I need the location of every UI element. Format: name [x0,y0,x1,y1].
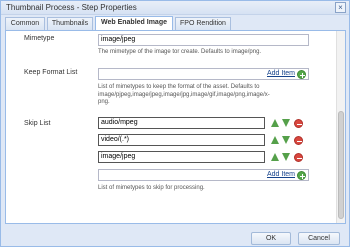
scrollbar-thumb[interactable] [338,111,344,219]
panel-scrollbar[interactable] [336,31,345,223]
add-icon[interactable] [297,171,306,180]
dialog-titlebar[interactable]: Thumbnail Process - Step Properties × [1,1,349,15]
web-enabled-image-panel: Mimetype image/jpeg The mimetype of the … [5,30,346,224]
close-icon[interactable]: × [335,2,346,13]
arrow-up-icon[interactable] [271,153,279,162]
skip-list-add-row: Add Item [98,169,309,181]
keep-format-add-item-link[interactable]: Add Item [267,70,295,77]
tab-thumbnails[interactable]: Thumbnails [47,17,93,30]
arrow-up-icon[interactable] [271,119,279,128]
tab-web-enabled-image[interactable]: Web Enabled Image [95,16,173,30]
arrow-up-icon[interactable] [271,136,279,145]
tab-fpo-rendition[interactable]: FPO Rendition [175,17,231,30]
keep-format-add-row: Add Item [98,68,309,80]
tab-common[interactable]: Common [5,17,45,30]
add-icon[interactable] [297,70,306,79]
arrow-down-icon[interactable] [282,153,290,162]
dialog-title: Thumbnail Process - Step Properties [6,3,137,12]
keep-format-help: List of mimetypes to keep the format of … [98,84,303,107]
skip-list-item-field[interactable]: video/(.*) [98,134,265,146]
skip-list-item-field[interactable]: audio/mpeg [98,117,265,129]
keep-format-help-line: image/pjpeg,image/jpeg,image/jpg,image/g… [98,91,270,98]
remove-icon[interactable] [294,119,303,128]
skip-list-label: Skip List [24,120,51,127]
keep-format-help-line: List of mimetypes to keep the format of … [98,84,260,90]
remove-icon[interactable] [294,153,303,162]
arrow-down-icon[interactable] [282,119,290,128]
remove-icon[interactable] [294,136,303,145]
cancel-button[interactable]: Cancel [298,232,340,245]
mimetype-field[interactable]: image/jpeg [98,34,309,46]
keep-format-label: Keep Format List [24,69,78,76]
arrow-down-icon[interactable] [282,136,290,145]
mimetype-label: Mimetype [24,35,55,42]
skip-list-item-field[interactable]: image/jpeg [98,151,265,163]
mimetype-help: The mimetype of the image tor create. De… [98,49,262,55]
step-properties-dialog: Thumbnail Process - Step Properties × Co… [0,0,350,247]
keep-format-help-line: png. [98,99,110,105]
skip-list-help: List of mimetypes to skip for processing… [98,185,205,191]
skip-list-add-item-link[interactable]: Add Item [267,171,295,178]
ok-button[interactable]: OK [251,232,291,245]
